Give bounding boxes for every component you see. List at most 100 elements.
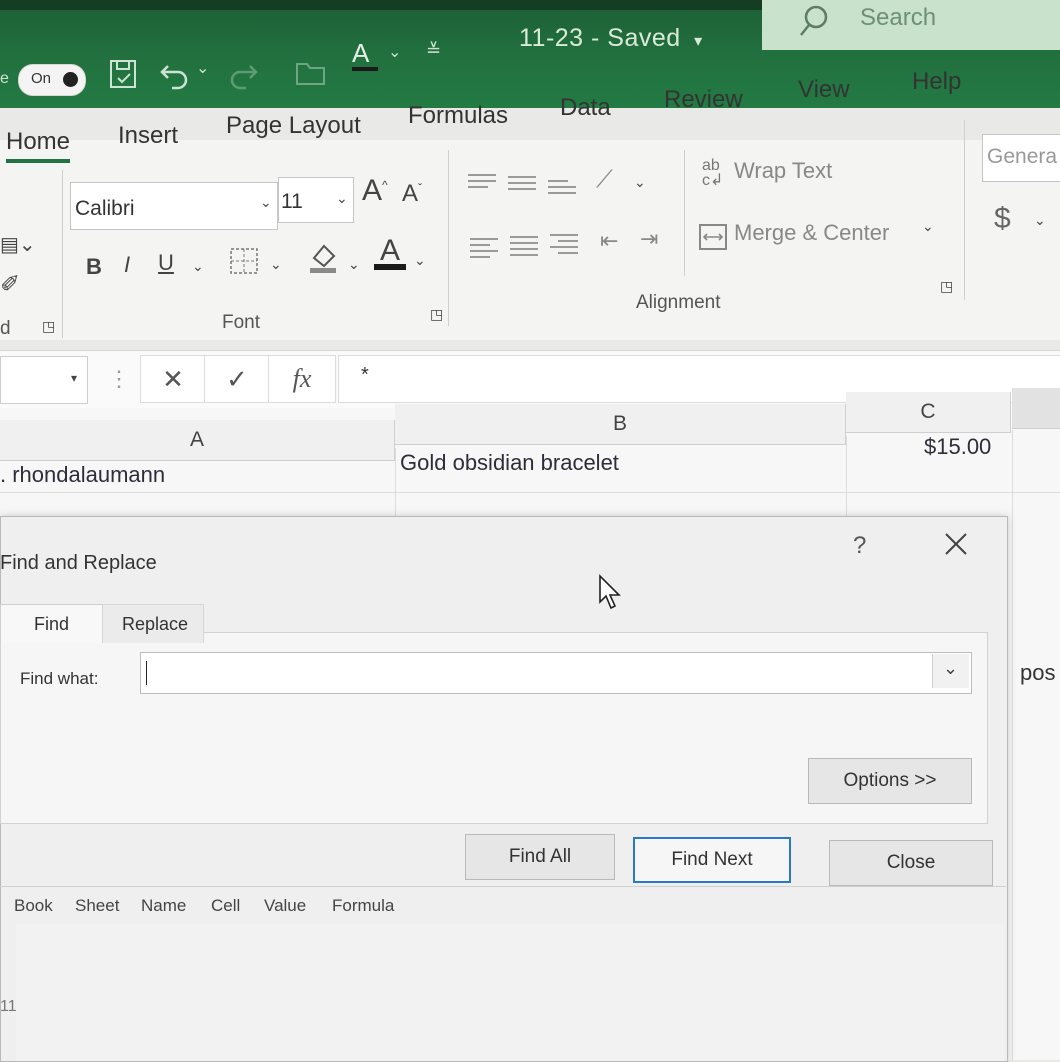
align-left-icon[interactable] <box>470 238 498 258</box>
wrap-text-button[interactable]: Wrap Text <box>734 158 832 184</box>
orientation-icon[interactable]: ⟋ <box>596 166 613 194</box>
clipboard-dialog-launcher-icon[interactable]: ◳ <box>42 318 55 335</box>
formula-content: * <box>361 364 369 386</box>
results-col-sheet[interactable]: Sheet <box>75 896 119 916</box>
cell-b-value[interactable]: Gold obsidian bracelet <box>400 450 619 476</box>
font-color-dropdown-icon[interactable]: ⌄ <box>414 252 426 269</box>
increase-indent-icon[interactable]: ⇥ <box>640 226 658 252</box>
align-top-icon[interactable] <box>468 174 496 194</box>
tab-formulas[interactable]: Formulas <box>408 102 508 130</box>
text-caret <box>146 661 147 685</box>
wrap-text-icon[interactable]: ab c↲ <box>702 158 723 189</box>
align-right-icon[interactable] <box>550 234 578 254</box>
customize-qat-icon[interactable]: ≚ <box>426 40 441 61</box>
undo-dropdown-icon[interactable]: ⌄ <box>196 58 209 78</box>
ribbon-separator <box>448 150 449 326</box>
decrease-font-size-icon[interactable]: Aˇ <box>402 180 422 208</box>
insert-function-button[interactable]: fx <box>268 355 336 403</box>
results-list[interactable] <box>16 924 1004 1060</box>
row-number-partial: 11 <box>0 998 17 1015</box>
increase-font-size-glyph: A <box>362 174 383 207</box>
tab-help[interactable]: Help <box>912 68 961 96</box>
close-icon[interactable] <box>940 528 972 560</box>
enter-button[interactable]: ✓ <box>204 355 270 403</box>
cancel-entry-button[interactable]: ✕ <box>140 355 206 403</box>
tab-page-layout[interactable]: Page Layout <box>226 112 361 140</box>
column-header-b-label: B <box>612 412 627 435</box>
font-name-box[interactable]: Calibri <box>70 182 278 230</box>
italic-button[interactable]: I <box>124 252 130 278</box>
results-col-book[interactable]: Book <box>14 896 53 916</box>
align-center-icon[interactable] <box>510 236 538 256</box>
column-header-a[interactable]: A <box>0 420 395 461</box>
font-color-qat-dropdown-icon[interactable]: ⌄ <box>388 42 401 62</box>
underline-button[interactable]: U <box>158 250 174 276</box>
align-bottom-icon[interactable] <box>548 180 576 200</box>
dialog-title: Find and Replace <box>0 552 157 574</box>
alignment-dialog-launcher-icon[interactable]: ◳ <box>940 278 953 295</box>
cell-a-value[interactable]: . rhondalaumann <box>0 462 165 488</box>
gridline <box>846 436 847 516</box>
tab-data[interactable]: Data <box>560 94 611 122</box>
clipboard-format-painter-icon[interactable]: ✐ <box>0 270 20 299</box>
results-col-name[interactable]: Name <box>141 896 186 916</box>
tab-review[interactable]: Review <box>664 86 743 114</box>
results-separator <box>0 886 1006 887</box>
align-middle-icon[interactable] <box>508 176 536 196</box>
accounting-format-button[interactable]: $ <box>994 202 1011 236</box>
document-title[interactable]: 11-23 - Saved ▾ <box>519 24 703 53</box>
tab-replace[interactable]: Replace <box>102 604 204 643</box>
formula-bar-grip-icon[interactable]: ⋮ <box>108 366 130 392</box>
close-button[interactable]: Close <box>829 840 993 886</box>
fill-color-icon[interactable] <box>306 240 340 274</box>
options-button[interactable]: Options >> <box>808 758 972 804</box>
autosave-toggle[interactable]: On <box>18 64 86 96</box>
borders-icon[interactable] <box>228 246 260 276</box>
fill-color-dropdown-icon[interactable]: ⌄ <box>348 256 360 273</box>
undo-icon[interactable] <box>158 56 192 90</box>
find-what-dropdown[interactable]: ⌄ <box>932 654 969 688</box>
results-col-formula[interactable]: Formula <box>332 896 394 916</box>
paste-options-icon[interactable]: ▤⌄ <box>0 232 36 257</box>
tab-view[interactable]: View <box>798 76 850 104</box>
find-all-button[interactable]: Find All <box>465 834 615 880</box>
font-dialog-launcher-icon[interactable]: ◳ <box>430 306 443 323</box>
results-col-value[interactable]: Value <box>264 896 306 916</box>
merge-center-dropdown-icon[interactable]: ⌄ <box>922 218 934 235</box>
help-button[interactable]: ? <box>853 532 866 560</box>
borders-dropdown-icon[interactable]: ⌄ <box>270 256 282 273</box>
find-next-button[interactable]: Find Next <box>633 837 791 883</box>
font-color-qat-icon[interactable]: A <box>352 38 378 71</box>
column-header-c-label: C <box>920 400 936 423</box>
find-what-label: Find what: <box>20 669 99 688</box>
cell-c-value[interactable]: $15.00 <box>924 434 991 460</box>
increase-font-size-icon[interactable]: A^ <box>362 174 388 208</box>
cell-partial-text[interactable]: pos <box>1020 660 1055 686</box>
results-col-cell[interactable]: Cell <box>211 896 240 916</box>
orientation-dropdown-icon[interactable]: ⌄ <box>634 174 646 191</box>
tab-find[interactable]: Find <box>0 604 104 643</box>
tab-home[interactable]: Home <box>6 128 71 163</box>
open-folder-icon[interactable] <box>294 58 328 88</box>
font-group-label: Font <box>222 312 261 333</box>
font-name-dropdown-icon[interactable]: ⌄ <box>260 194 272 211</box>
column-header-d[interactable] <box>1012 388 1060 429</box>
tab-replace-label: Replace <box>122 614 189 634</box>
bold-button[interactable]: B <box>86 254 102 280</box>
save-icon[interactable] <box>108 58 140 92</box>
merge-center-icon[interactable] <box>698 222 728 252</box>
tab-insert[interactable]: Insert <box>118 122 178 150</box>
font-color-icon[interactable]: A <box>374 234 406 270</box>
find-what-input[interactable] <box>140 652 972 694</box>
name-box-dropdown-icon[interactable]: ▾ <box>71 371 77 385</box>
accounting-format-dropdown-icon[interactable]: ⌄ <box>1034 212 1046 229</box>
font-size-dropdown-icon[interactable]: ⌄ <box>336 190 348 207</box>
column-header-b[interactable]: B <box>395 404 846 445</box>
name-box[interactable]: ▾ <box>0 356 88 404</box>
underline-dropdown-icon[interactable]: ⌄ <box>192 258 204 275</box>
number-format-box[interactable]: Genera <box>982 134 1060 182</box>
search-box[interactable]: Search <box>762 0 1060 50</box>
decrease-indent-icon[interactable]: ⇤ <box>600 228 618 254</box>
merge-center-button[interactable]: Merge & Center <box>734 220 889 246</box>
column-header-c[interactable]: C <box>846 392 1011 433</box>
